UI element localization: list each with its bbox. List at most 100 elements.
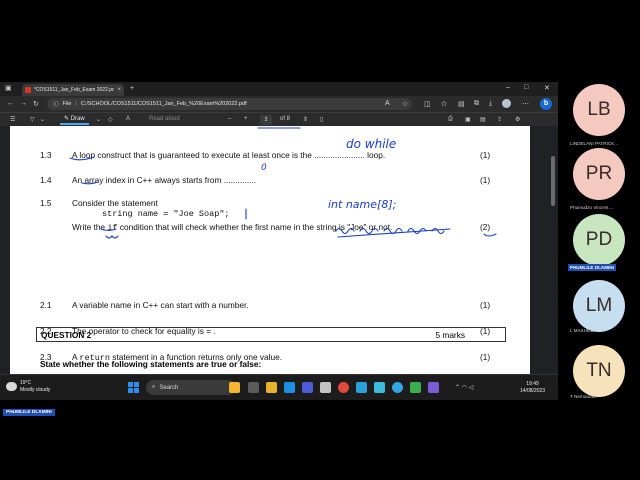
maximize-icon[interactable]: □	[524, 84, 528, 91]
pdf-page[interactable]: 1.3 A loop construct that is guaranteed …	[10, 126, 530, 400]
weather-widget[interactable]: 19°C Mostly cloudy	[6, 380, 50, 394]
browser-tab-bar: ▣ *COS1511_Jan_Feb_Exam 2022.pdf × + – □…	[0, 82, 558, 96]
address-bar[interactable]: ⓘ File | C:/SCHOOL/COS1511/COS1511_Jan_F…	[47, 98, 412, 110]
zoom-icon[interactable]	[374, 382, 385, 393]
vertical-scrollbar[interactable]	[548, 126, 558, 400]
file-explorer-icon[interactable]	[266, 382, 277, 393]
weather-text: 19°C Mostly cloudy	[20, 380, 50, 394]
copilot-icon[interactable]: b	[540, 98, 552, 110]
code-statement: string name = "Joe Soap";	[102, 209, 230, 219]
browser-menu-icon[interactable]: ▣	[5, 85, 12, 92]
question-number: 2.1	[40, 300, 52, 310]
task-view-icon[interactable]	[248, 382, 259, 393]
dropdown-icon[interactable]: ⌄	[40, 116, 45, 123]
whatsapp-icon[interactable]	[410, 382, 421, 393]
question-mark: (2)	[480, 222, 491, 232]
add-text-icon[interactable]: A	[126, 116, 130, 122]
zoom-out-icon[interactable]: –	[228, 116, 231, 122]
meeting-stage: ▣ *COS1511_Jan_Feb_Exam 2022.pdf × + – □…	[0, 0, 640, 480]
taskbar-clock[interactable]: 19:49 14/08/2023	[520, 381, 545, 395]
profile-avatar[interactable]	[502, 99, 511, 108]
question-text: A variable name in C++ can start with a …	[72, 300, 249, 310]
back-icon[interactable]: ←	[7, 100, 14, 107]
address-separator: |	[75, 101, 77, 107]
draw-options-icon[interactable]: ⌄	[96, 116, 101, 123]
participant-avatar: PR	[573, 148, 625, 200]
code-keyword: if	[107, 223, 118, 233]
draw-label: Draw	[70, 116, 85, 122]
question-number: 1.5	[40, 198, 52, 208]
participant-name: T Nemoarani	[570, 394, 597, 399]
question-mark: (1)	[480, 326, 491, 336]
ink-text-zero: 0	[261, 163, 267, 173]
question-text: A return statement in a function returns…	[72, 352, 282, 363]
read-mode-icon[interactable]: A	[385, 100, 390, 107]
pdf-icon	[25, 87, 31, 93]
weather-condition: Mostly cloudy	[20, 387, 51, 393]
clock-time: 19:49	[526, 381, 539, 387]
teams-icon[interactable]	[302, 382, 313, 393]
self-name-label: PHUMLILE DLAMINI	[3, 409, 55, 416]
split-screen-icon[interactable]: ◫	[424, 100, 431, 108]
downloads-icon[interactable]: ⤓	[489, 100, 492, 108]
zoom-in-icon[interactable]: +	[244, 116, 248, 122]
minimize-icon[interactable]: –	[506, 84, 510, 91]
outlook-icon[interactable]	[356, 382, 367, 393]
print-icon[interactable]: ⎙	[448, 116, 453, 123]
start-icon[interactable]	[128, 382, 139, 393]
participant-name: LINDELANI PATRICK...	[570, 141, 619, 146]
search-icon: ⌕	[152, 384, 156, 390]
close-window-icon[interactable]: ✕	[544, 84, 550, 92]
highlight-icon[interactable]: ▽	[30, 116, 35, 123]
question-text: Consider the statement	[72, 198, 158, 208]
browser-tab[interactable]: *COS1511_Jan_Feb_Exam 2022.pdf ×	[22, 84, 124, 96]
question-text-post: statement in a function returns only one…	[110, 352, 283, 362]
extensions-icon[interactable]: ⧉	[474, 100, 479, 108]
volume-icon[interactable]: ◁	[469, 385, 474, 391]
widget-icon[interactable]	[229, 382, 240, 393]
fit-page-icon[interactable]: ⇕	[303, 116, 308, 123]
system-tray[interactable]: ⌃ ◠ ◁	[455, 384, 473, 391]
question-number: 1.3	[40, 150, 52, 160]
close-tab-icon[interactable]: ×	[117, 87, 121, 93]
address-bar-row: ← → ↻ ⓘ File | C:/SCHOOL/COS1511/COS1511…	[0, 96, 558, 112]
save-as-icon[interactable]: ▤	[480, 116, 486, 123]
page-total: of 8	[280, 116, 291, 122]
address-prefix: File	[62, 101, 72, 107]
store-icon[interactable]	[320, 382, 331, 393]
contents-icon[interactable]: ☰	[10, 116, 15, 123]
favorite-icon[interactable]: ☆	[402, 100, 408, 108]
tab-title: *COS1511_Jan_Feb_Exam 2022.pdf	[34, 87, 115, 93]
settings-icon[interactable]: ⚙	[515, 116, 520, 123]
tray-chevron-icon[interactable]: ⌃	[455, 385, 460, 391]
refresh-icon[interactable]: ↻	[33, 100, 39, 108]
app-icon[interactable]	[428, 382, 439, 393]
participant-name: Phumudzo Vincent ...	[570, 205, 614, 210]
chrome-icon[interactable]	[338, 382, 349, 393]
question-text: A loop construct that is guaranteed to e…	[72, 150, 386, 160]
cloud-icon	[6, 382, 17, 391]
draw-button[interactable]: ✎ Draw	[60, 115, 89, 125]
page-view-icon[interactable]: ▯	[320, 116, 323, 123]
info-icon: ⓘ	[53, 102, 59, 108]
edge-icon[interactable]	[284, 382, 295, 393]
new-tab-icon[interactable]: +	[130, 85, 134, 92]
share-icon[interactable]: ⇪	[497, 116, 502, 123]
favorites-icon[interactable]: ✩	[441, 100, 447, 108]
forward-icon[interactable]: →	[20, 100, 27, 107]
question-number: 2.2	[40, 326, 52, 336]
wifi-icon[interactable]: ◠	[462, 385, 467, 391]
page-number-input[interactable]: 2	[260, 115, 272, 125]
scroll-thumb[interactable]	[551, 156, 555, 206]
collections-icon[interactable]: ▤	[458, 100, 465, 108]
question-mark: (1)	[480, 300, 491, 310]
telegram-icon[interactable]	[392, 382, 403, 393]
save-icon[interactable]: ▣	[465, 116, 471, 123]
code-keyword: return	[79, 353, 110, 363]
question-text-post: condition that will check whether the fi…	[117, 222, 393, 232]
eraser-icon[interactable]: ◇	[108, 116, 113, 123]
taskbar-search[interactable]: ⌕ Search	[146, 380, 236, 395]
ink-text-do-while: do while	[346, 137, 396, 151]
more-options-icon[interactable]: ⋯	[522, 100, 529, 108]
read-aloud-button[interactable]: Read aloud	[149, 116, 180, 122]
